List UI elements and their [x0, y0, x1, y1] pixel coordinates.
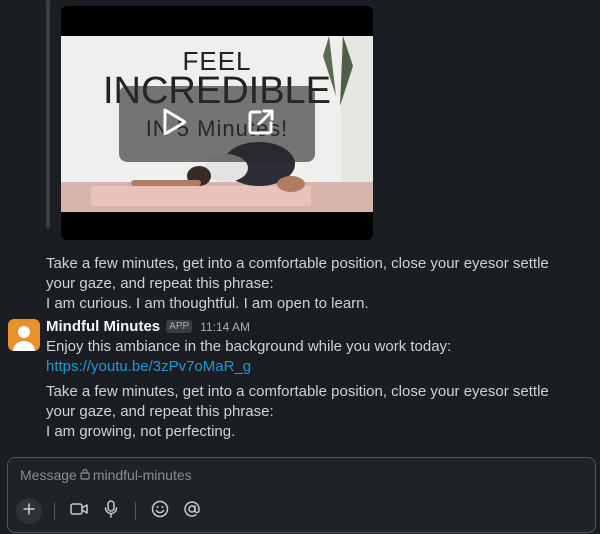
- composer-placeholder[interactable]: Message mindful-minutes: [20, 467, 192, 483]
- lock-icon: [80, 467, 90, 483]
- external-link-icon: [244, 105, 278, 143]
- plus-icon: [22, 502, 36, 520]
- audio-clip-button[interactable]: [99, 499, 123, 523]
- message-composer[interactable]: Message mindful-minutes: [7, 457, 596, 533]
- emoji-button[interactable]: [148, 499, 172, 523]
- message-text-block: Take a few minutes, get into a comfortab…: [46, 382, 570, 442]
- open-external-button[interactable]: [243, 106, 279, 142]
- quote-bar: [46, 0, 50, 228]
- video-controls-overlay: [119, 86, 315, 162]
- message-body: Enjoy this ambiance in the background wh…: [46, 337, 451, 377]
- video-clip-button[interactable]: [67, 499, 91, 523]
- emoji-icon: [151, 500, 169, 522]
- message-timestamp[interactable]: 11:14 AM: [200, 320, 250, 334]
- previous-message-text: Take a few minutes, get into a comfortab…: [46, 254, 570, 314]
- toolbar-divider: [54, 502, 55, 520]
- placeholder-prefix: Message: [20, 467, 77, 483]
- play-button[interactable]: [155, 106, 191, 142]
- toolbar-divider: [135, 502, 136, 520]
- previous-message-affirmation: I am curious. I am thoughtful. I am open…: [46, 295, 369, 312]
- sender-name[interactable]: Mindful Minutes: [46, 318, 160, 335]
- avatar[interactable]: [8, 319, 40, 351]
- play-icon: [156, 105, 190, 143]
- video-link[interactable]: https://youtu.be/3zPv7oMaR_g: [46, 357, 451, 377]
- microphone-icon: [104, 500, 118, 522]
- message-affirmation: I am growing, not perfecting.: [46, 423, 236, 440]
- composer-toolbar: [16, 498, 204, 524]
- at-mention-icon: [183, 500, 201, 522]
- message-line: Take a few minutes, get into a comfortab…: [46, 383, 549, 420]
- video-preview[interactable]: FEEL INCREDIBLE IN 5 Minutes!: [61, 6, 373, 240]
- previous-message-line: Take a few minutes, get into a comfortab…: [46, 255, 549, 292]
- channel-name: mindful-minutes: [92, 467, 192, 483]
- video-camera-icon: [70, 502, 88, 520]
- mention-button[interactable]: [180, 499, 204, 523]
- message-text: Enjoy this ambiance in the background wh…: [46, 338, 452, 355]
- message-header: Mindful Minutes APP 11:14 AM: [46, 318, 250, 335]
- app-badge: APP: [166, 320, 193, 333]
- add-button[interactable]: [16, 498, 42, 524]
